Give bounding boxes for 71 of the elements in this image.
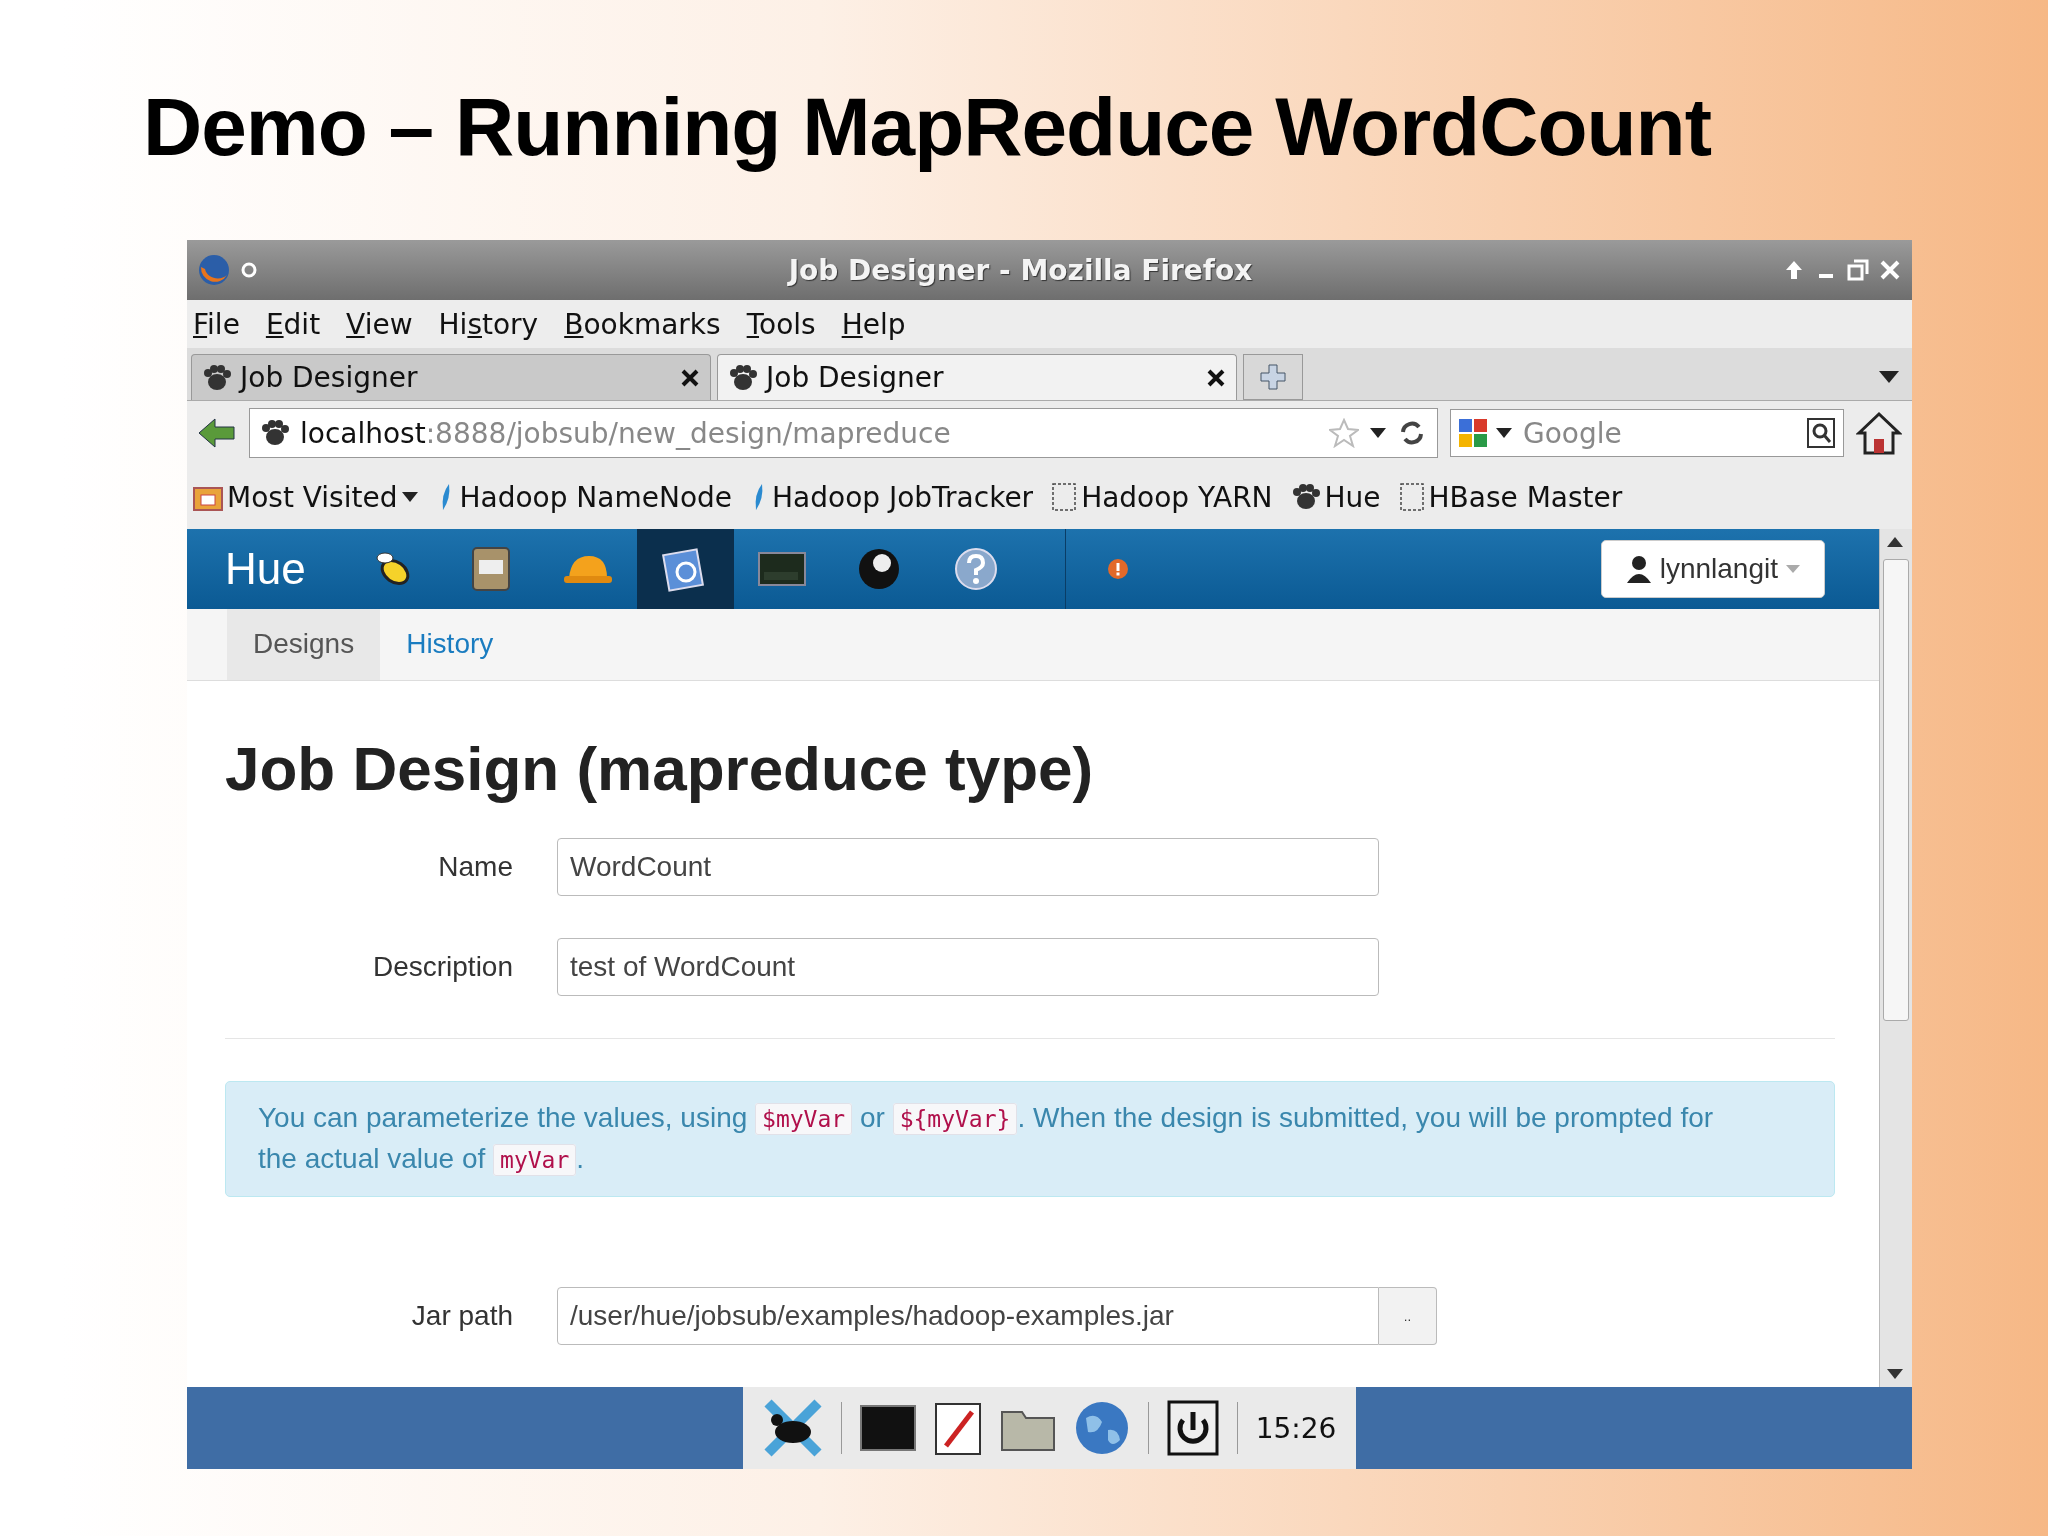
dropdown-arrow-icon[interactable] — [1495, 427, 1513, 439]
bookmark-link[interactable]: Hadoop YARN — [1081, 480, 1273, 514]
browser-tab[interactable]: Job Designer — [717, 354, 1237, 400]
text-field[interactable]: WordCount — [557, 838, 1379, 896]
search-icon[interactable] — [1807, 418, 1835, 448]
google-logo-icon — [1459, 419, 1487, 447]
browse-button[interactable]: .. — [1379, 1287, 1437, 1345]
blank-page-icon — [1051, 482, 1078, 512]
clock-text: 15:26 — [1255, 1411, 1337, 1445]
dropdown-arrow-icon[interactable] — [1369, 427, 1387, 439]
menu-item[interactable]: Tools — [746, 307, 816, 341]
close-tab-icon[interactable] — [1206, 367, 1226, 388]
pin-icon[interactable] — [239, 260, 259, 280]
dropdown-arrow-icon[interactable] — [1878, 370, 1900, 384]
globe-icon[interactable] — [1073, 1400, 1130, 1456]
field-label: Jar path — [410, 1300, 513, 1332]
menu-item[interactable]: Help — [841, 307, 906, 341]
bookmark-link[interactable]: Hadoop JobTracker — [772, 480, 1034, 514]
close-icon[interactable] — [1878, 258, 1902, 282]
menu-item[interactable]: Bookmarks — [564, 307, 721, 341]
bookmark-link[interactable]: HBase Master — [1428, 480, 1623, 514]
alert-dot-icon[interactable] — [1105, 556, 1130, 581]
text-editor-icon[interactable] — [933, 1400, 982, 1456]
power-icon[interactable] — [1166, 1400, 1219, 1456]
mouse-logo-icon[interactable] — [762, 1398, 823, 1458]
blank-page-icon — [1398, 482, 1425, 512]
star-icon[interactable] — [1329, 418, 1359, 448]
plus-icon — [1258, 362, 1288, 392]
close-tab-icon[interactable] — [680, 367, 700, 388]
maximize-icon[interactable] — [1846, 258, 1870, 282]
shell-icon — [758, 551, 807, 586]
info-text: You can parameterize the values, using $myVar or ${myVar} . When the design is submitted, you will be prompted for the actual value of myVar . — [225, 1081, 1835, 1197]
paw-icon — [1290, 483, 1321, 511]
search-field[interactable]: Google — [1521, 415, 1799, 451]
address-bar[interactable]: localhost:8888/jobsub/new_design/mapreduce — [249, 408, 1438, 458]
file-cabinet-icon — [471, 545, 512, 592]
field-label: Name — [437, 851, 513, 883]
window-title: Job Designer - Mozilla Firefox — [786, 253, 1254, 287]
slide-title: Demo – Running MapReduce WordCount — [143, 80, 1711, 174]
bookmark-link[interactable]: Hadoop NameNode — [459, 480, 733, 514]
page-heading: Job Design (mapreduce type) — [225, 733, 1095, 804]
help-icon — [954, 546, 999, 591]
menu-item[interactable]: View — [346, 307, 413, 341]
browser-tab[interactable]: Job Designer — [191, 354, 711, 400]
paw-icon — [260, 419, 290, 447]
menu-item[interactable]: Edit — [265, 307, 321, 341]
dropdown-arrow-icon[interactable] — [401, 491, 420, 503]
sub-tab[interactable]: Designs — [227, 608, 381, 680]
text-field[interactable]: test of WordCount — [557, 938, 1379, 996]
caret-icon — [1786, 564, 1800, 573]
back-arrow-icon[interactable] — [197, 416, 237, 450]
firefox-logo-icon — [197, 253, 231, 287]
brand-link[interactable]: Hue — [225, 529, 306, 609]
menu-item[interactable]: History — [438, 307, 539, 341]
user-silhouette-icon — [858, 546, 901, 591]
scrollbar-thumb[interactable] — [1883, 559, 1909, 1021]
menu-item[interactable]: File — [193, 307, 240, 341]
paw-icon — [728, 363, 758, 392]
field-label: Description — [371, 951, 513, 983]
user-icon — [1625, 554, 1652, 583]
user-menu-button[interactable]: lynnlangit — [1600, 539, 1825, 598]
paw-icon — [202, 363, 232, 392]
app-launcher-button[interactable] — [636, 529, 734, 609]
terminal-icon[interactable] — [859, 1405, 916, 1451]
bookmark-link[interactable]: Most Visited — [227, 480, 398, 514]
sub-tab[interactable]: History — [380, 608, 520, 680]
scrollbar[interactable] — [1879, 529, 1912, 1387]
home-icon[interactable] — [1856, 411, 1902, 455]
text-field[interactable]: /user/hue/jobsub/examples/hadoop-examples.jar — [557, 1287, 1379, 1345]
search-box[interactable]: Google — [1450, 409, 1844, 457]
bookmark-link[interactable]: Hue — [1324, 480, 1381, 514]
